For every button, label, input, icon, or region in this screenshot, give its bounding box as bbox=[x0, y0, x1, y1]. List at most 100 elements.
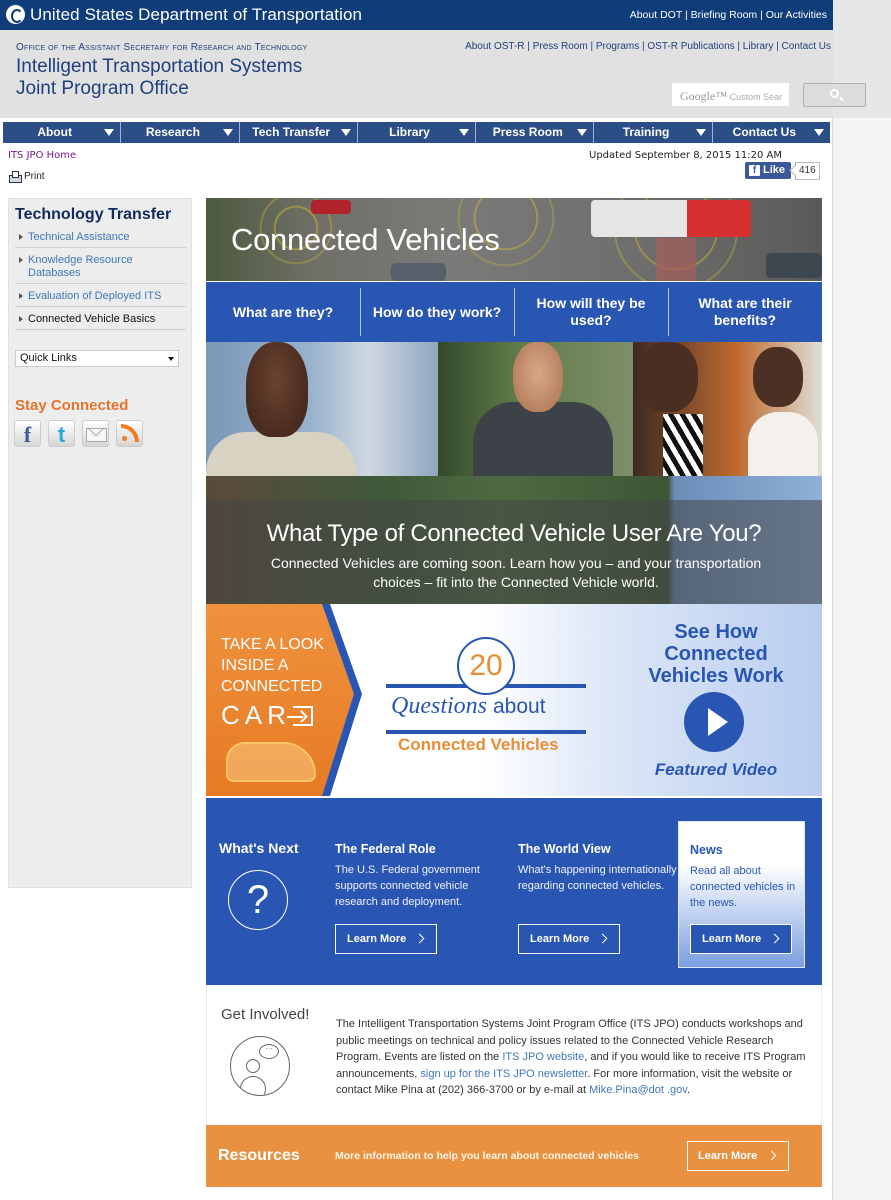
sidebar-item-knowledge-resource-databases[interactable]: Knowledge Resource Databases bbox=[15, 252, 186, 284]
hero-crosswalk-image bbox=[656, 238, 696, 281]
dot-link-briefing-room[interactable]: Briefing Room bbox=[691, 9, 758, 21]
arrow-right-icon bbox=[19, 293, 23, 299]
user-type-title: What Type of Connected Vehicle User Are … bbox=[266, 520, 762, 547]
breadcrumb-home[interactable]: ITS JPO Home bbox=[8, 150, 76, 161]
video-title[interactable]: See How Connected Vehicles Work bbox=[636, 621, 796, 687]
sidebar-item-connected-vehicle-basics[interactable]: Connected Vehicle Basics bbox=[15, 311, 186, 330]
questions-word: Questions bbox=[391, 693, 487, 719]
chevron-down-icon bbox=[695, 129, 706, 136]
featured-video-label[interactable]: Featured Video bbox=[636, 760, 796, 780]
question-mark-icon: ? bbox=[228, 870, 288, 930]
chevron-down-icon bbox=[459, 129, 470, 136]
chevron-down-icon bbox=[340, 129, 351, 136]
nav-press-room[interactable]: Press Room bbox=[476, 122, 595, 143]
sidebar-item-technical-assistance[interactable]: Technical Assistance bbox=[15, 229, 186, 248]
print-button[interactable]: Print bbox=[9, 171, 45, 183]
hero-car-image bbox=[766, 253, 822, 278]
whats-next-title: What's Next bbox=[219, 840, 299, 856]
world-view-column: The World View What's happening internat… bbox=[518, 842, 678, 894]
promo-banner: TAKE A LOOK INSIDE A CONNECTED CAR 20 Qu… bbox=[206, 604, 822, 796]
play-icon[interactable] bbox=[684, 692, 744, 752]
nav-contact-us[interactable]: Contact Us bbox=[713, 122, 830, 143]
link-about-ostr[interactable]: About OST-R bbox=[465, 41, 524, 52]
world-view-learn-more-button[interactable]: Learn More bbox=[518, 924, 620, 954]
dot-top-bar: United States Department of Transportati… bbox=[0, 0, 833, 30]
news-box: News Read all about connected vehicles i… bbox=[678, 821, 805, 968]
nav-label: Training bbox=[622, 125, 670, 139]
office-name[interactable]: Office of the Assistant Secretary for Re… bbox=[16, 42, 307, 53]
nav-training[interactable]: Training bbox=[594, 122, 713, 143]
world-view-heading: The World View bbox=[518, 842, 611, 856]
get-involved-title: Get Involved! bbox=[221, 1006, 310, 1023]
user-type-banner[interactable]: What Type of Connected Vehicle User Are … bbox=[206, 476, 822, 604]
resources-title: Resources bbox=[218, 1147, 300, 1164]
search-button[interactable] bbox=[803, 83, 866, 107]
printer-icon bbox=[9, 171, 22, 183]
hero-bus-image bbox=[591, 200, 751, 237]
link-ostr-publications[interactable]: OST-R Publications bbox=[647, 41, 734, 52]
questions-number[interactable]: 20 bbox=[457, 637, 515, 695]
car-line: TAKE A LOOK bbox=[221, 636, 324, 653]
tab-what-are-their-benefits[interactable]: What are their benefits? bbox=[668, 282, 822, 342]
tab-what-are-they[interactable]: What are they? bbox=[206, 282, 360, 342]
chevron-right-icon bbox=[769, 933, 780, 944]
resources-learn-more-button[interactable]: Learn More bbox=[687, 1141, 789, 1171]
hero-banner: Connected Vehicles bbox=[206, 198, 822, 281]
link-programs[interactable]: Programs bbox=[596, 41, 639, 52]
car-big-text: CAR bbox=[221, 700, 313, 731]
nav-label: Press Room bbox=[492, 125, 563, 139]
federal-role-learn-more-button[interactable]: Learn More bbox=[335, 924, 437, 954]
questions-about: about bbox=[493, 695, 546, 718]
dot-link-about[interactable]: About DOT bbox=[630, 9, 682, 21]
site-title[interactable]: Intelligent Transportation Systems Joint… bbox=[16, 56, 302, 100]
its-jpo-website-link[interactable]: ITS JPO website bbox=[502, 1051, 584, 1063]
dot-logo-icon[interactable] bbox=[6, 5, 25, 24]
news-learn-more-button[interactable]: Learn More bbox=[690, 924, 792, 954]
sidebar-item-label: Technical Assistance bbox=[28, 231, 130, 243]
sidebar-item-evaluation-deployed-its[interactable]: Evaluation of Deployed ITS bbox=[15, 288, 186, 307]
news-heading: News bbox=[690, 843, 723, 857]
photo-man-driving bbox=[438, 342, 633, 476]
photo-man-on-phone bbox=[206, 342, 438, 476]
link-contact-us[interactable]: Contact Us bbox=[782, 41, 831, 52]
tab-how-will-they-be-used[interactable]: How will they be used? bbox=[514, 282, 668, 342]
twitter-icon[interactable]: t bbox=[48, 420, 75, 447]
nav-library[interactable]: Library bbox=[358, 122, 477, 143]
email-link[interactable]: Mike.Pina@dot .gov bbox=[589, 1084, 687, 1096]
stay-connected-heading: Stay Connected bbox=[15, 397, 129, 414]
nav-about[interactable]: About bbox=[3, 122, 122, 143]
dot-links: About DOT | Briefing Room | Our Activiti… bbox=[629, 9, 827, 21]
car-illustration bbox=[226, 742, 316, 782]
link-library[interactable]: Library bbox=[743, 41, 774, 52]
social-links: f t bbox=[14, 420, 143, 447]
questions-link[interactable]: Questions about bbox=[391, 693, 546, 720]
link-press-room[interactable]: Press Room bbox=[533, 41, 588, 52]
dot-link-our-activities[interactable]: Our Activities bbox=[766, 9, 827, 21]
facebook-icon[interactable]: f bbox=[14, 420, 41, 447]
sidebar-title: Technology Transfer bbox=[15, 206, 172, 223]
news-text: Read all about connected vehicles in the… bbox=[690, 865, 796, 909]
arrow-right-icon bbox=[19, 316, 23, 322]
resources-text: More information to help you learn about… bbox=[335, 1150, 639, 1162]
facebook-like-button[interactable]: f Like bbox=[745, 162, 791, 179]
button-label: Learn More bbox=[347, 933, 407, 945]
quick-links-select[interactable]: Quick Links bbox=[15, 350, 179, 367]
chevron-right-icon bbox=[766, 1150, 777, 1161]
main-nav: About Research Tech Transfer Library Pre… bbox=[3, 122, 830, 143]
tab-how-do-they-work[interactable]: How do they work? bbox=[360, 282, 514, 342]
get-involved-section: Get Involved! ··· The Intelligent Transp… bbox=[206, 985, 822, 1125]
search-input[interactable]: Google™ Custom Sear bbox=[672, 83, 789, 106]
nav-research[interactable]: Research bbox=[121, 122, 240, 143]
newsletter-signup-link[interactable]: sign up for the ITS JPO newsletter bbox=[420, 1068, 587, 1080]
nav-tech-transfer[interactable]: Tech Transfer bbox=[240, 122, 358, 143]
dot-title[interactable]: United States Department of Transportati… bbox=[30, 5, 362, 25]
connected-car-text: TAKE A LOOK INSIDE A CONNECTED bbox=[221, 634, 324, 697]
email-icon[interactable] bbox=[82, 420, 109, 447]
federal-role-heading: The Federal Role bbox=[335, 842, 436, 856]
chevron-down-icon bbox=[222, 129, 233, 136]
nav-label: Contact Us bbox=[732, 125, 796, 139]
questions-subject[interactable]: Connected Vehicles bbox=[398, 735, 559, 755]
person-chat-icon: ··· bbox=[230, 1036, 290, 1096]
facebook-icon: f bbox=[749, 165, 760, 176]
rss-icon[interactable] bbox=[116, 420, 143, 447]
